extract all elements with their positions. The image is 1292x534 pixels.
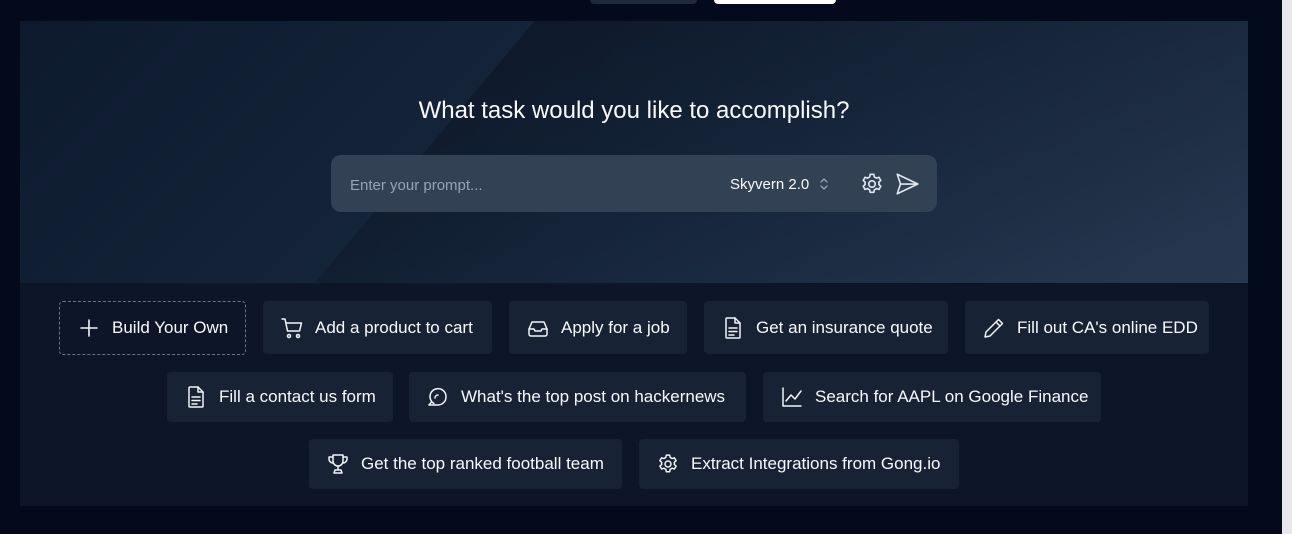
chip-label: What's the top post on hackernews	[461, 387, 726, 406]
settings-button[interactable]	[859, 171, 885, 197]
send-button[interactable]	[894, 171, 920, 197]
suggestion-aapl-finance[interactable]: Search for AAPL on Google Finance	[763, 372, 1101, 422]
top-tab-1[interactable]	[590, 0, 697, 4]
page-title: What task would you like to accomplish?	[418, 97, 850, 124]
chip-label: Fill out CA's online EDD	[1017, 317, 1198, 337]
chip-label: Extract Integrations from Gong.io	[691, 454, 941, 473]
prompt-box: Skyvern 2.0	[331, 155, 937, 212]
send-icon	[896, 173, 919, 195]
chip-label: Get the top ranked football team	[361, 454, 604, 473]
hero-section: What task would you like to accomplish? …	[20, 21, 1248, 283]
suggestions-panel: Build Your Own Add a product to cart App…	[20, 283, 1248, 506]
file-text-icon	[188, 386, 204, 408]
suggestion-apply-job[interactable]: Apply for a job	[509, 301, 687, 354]
chip-label: Apply for a job	[561, 317, 670, 337]
build-your-own-button[interactable]: Build Your Own	[59, 301, 246, 355]
suggestion-contact-form[interactable]: Fill a contact us form	[167, 372, 393, 422]
suggestion-insurance-quote[interactable]: Get an insurance quote	[704, 301, 948, 354]
scrollbar[interactable]	[1282, 0, 1292, 534]
chip-label: Search for AAPL on Google Finance	[815, 387, 1089, 406]
suggestion-football-team[interactable]: Get the top ranked football team	[309, 439, 622, 489]
suggestion-add-to-cart[interactable]: Add a product to cart	[263, 301, 492, 354]
chip-label: Get an insurance quote	[756, 317, 933, 337]
pencil-icon	[984, 318, 1004, 338]
trophy-icon	[328, 454, 348, 474]
plus-icon	[80, 319, 98, 337]
file-text-icon	[725, 316, 741, 339]
suggestion-gong-integrations[interactable]: Extract Integrations from Gong.io	[639, 439, 959, 489]
model-selector-value: Skyvern 2.0	[730, 175, 810, 193]
gear-icon	[659, 454, 677, 473]
suggestion-hackernews[interactable]: What's the top post on hackernews	[409, 372, 746, 422]
chip-label: Fill a contact us form	[219, 387, 376, 406]
cart-icon	[281, 317, 303, 338]
chip-label: Add a product to cart	[315, 317, 473, 337]
line-chart-icon	[782, 387, 802, 407]
top-tab-2-active[interactable]	[714, 0, 836, 4]
prompt-input[interactable]	[348, 173, 712, 197]
gear-icon	[862, 173, 882, 194]
chevron-up-down-icon	[820, 178, 828, 190]
suggestion-ca-edd[interactable]: Fill out CA's online EDD	[965, 301, 1209, 354]
chip-label: Build Your Own	[112, 318, 229, 337]
inbox-icon	[528, 320, 548, 337]
chat-bubble-icon	[428, 387, 447, 406]
model-selector[interactable]: Skyvern 2.0	[730, 172, 829, 196]
